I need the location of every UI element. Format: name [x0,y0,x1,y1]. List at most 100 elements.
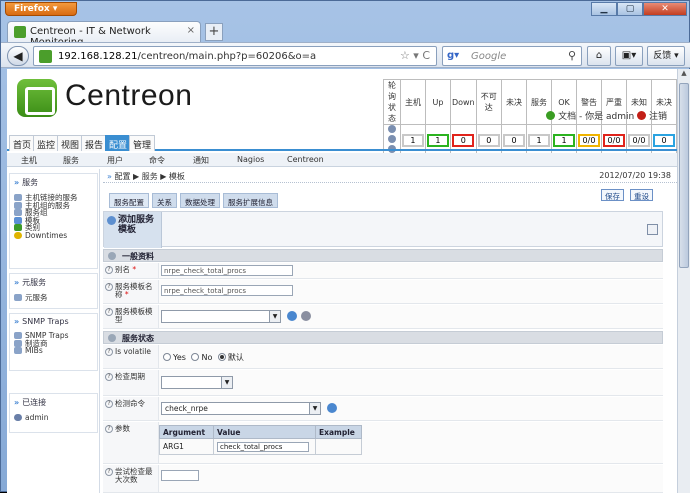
volatile-label: ? Is volatile [103,345,159,368]
action-buttons: 保存 重设 [595,189,653,201]
tab-strip: Centreon - IT & Network Monitoring × + [1,20,690,48]
template-icon [14,216,22,224]
back-arrow-icon[interactable]: ◀ [7,46,29,66]
logout-link[interactable]: 注销 [649,112,667,122]
help-icon[interactable]: ? [105,308,113,316]
max-attempts-input[interactable] [161,470,199,481]
status-label: 未决 [500,79,527,125]
chevron-down-icon: ▼ [221,377,232,388]
address-bar[interactable]: 192.168.128.21/centreon/main.php?p=60206… [33,46,437,66]
user-prefix: - 你是 [579,112,604,122]
sidebar-item-meta-services[interactable]: 元服务 [14,294,93,302]
minimize-icon[interactable]: ▁ [591,2,617,16]
status-label: 不可达 [475,79,502,125]
alias-input[interactable]: nrpe_check_total_procs [161,265,293,276]
check-period-label: ? 检查周期 [103,370,159,395]
close-tab-icon[interactable]: × [187,25,195,36]
max-attempts-label: ? 尝试检查最大次数 [103,465,159,492]
arg-value-input[interactable]: check_total_procs [217,441,309,452]
sidebar-connected-box: » 已连接 admin [9,393,98,433]
help-icon[interactable]: ? [105,373,113,381]
help-icon[interactable]: ? [105,283,113,291]
category-icon [14,224,22,231]
menu-configuration[interactable]: 配置 [105,135,132,151]
arg-value-cell: check_total_procs [213,438,316,455]
check-period-select[interactable]: ▼ [161,376,233,389]
submenu-notifications[interactable]: 通知 [193,155,209,166]
factory-icon [14,339,22,347]
help-icon[interactable]: ? [105,468,113,476]
volatile-default-radio[interactable] [217,353,226,361]
site-identity-icon [39,50,52,63]
volatile-yes-radio[interactable] [163,353,171,361]
volatile-no-radio[interactable] [191,353,200,361]
firefox-menu-button[interactable]: Firefox ▾ [5,2,77,16]
menu-views[interactable]: 视图 [57,135,84,151]
args-row: ? 参数 Argument Value Example ARG1 check_to… [103,422,663,464]
help-icon[interactable]: ? [105,266,113,274]
user-icon [14,414,22,421]
doc-link[interactable]: 文档 [558,112,576,122]
max-attempts-row: ? 尝试检查最大次数 [103,465,663,493]
submenu-commands[interactable]: 命令 [149,155,165,166]
arg-name: ARG1 [159,438,214,455]
submenu-nagios[interactable]: Nagios [237,155,264,164]
sidebar-section-meta: » 元服务 [14,278,47,287]
menu-administration[interactable]: 管理 [129,135,156,151]
search-placeholder: Google [471,51,507,62]
poller-icon[interactable] [387,125,396,133]
save-button[interactable]: 保存 [601,189,624,201]
submenu-services[interactable]: 服务 [63,155,79,166]
google-icon: g▾ [447,50,460,61]
help-icon[interactable]: ? [105,425,113,433]
collapse-icon[interactable] [647,224,658,235]
new-tab-button[interactable]: + [205,23,223,41]
feedback-button[interactable]: 反馈 ▾ [647,46,685,66]
browser-tab[interactable]: Centreon - IT & Network Monitoring × [7,21,201,48]
breadcrumb-path[interactable]: 配置 ▶ 服务 ▶ 模板 [114,172,184,181]
gear-icon[interactable] [301,311,311,321]
tab-extended-info[interactable]: 服务扩展信息 [223,193,278,208]
breadcrumb: » 配置 ▶ 服务 ▶ 模板 2012/07/20 19:38 [103,169,677,183]
check-command-select[interactable]: check_nrpe ▼ [161,402,321,415]
mib-icon [14,347,22,354]
help-icon[interactable]: ? [105,400,113,408]
help-icon[interactable]: ? [105,348,113,356]
sidebar-item-admin[interactable]: admin [14,414,93,422]
scroll-thumb[interactable] [679,83,689,268]
command-info-icon[interactable] [327,403,337,413]
template-select[interactable]: ▼ [161,310,281,323]
reset-button[interactable]: 重设 [630,189,653,201]
datetime: 2012/07/20 19:38 [599,171,671,180]
browser-window: Firefox ▾ ▁ ▢ ✕ Centreon - IT & Network … [0,0,690,493]
view-menu-icon[interactable]: ▣▾ [615,46,643,66]
sidebar-item-mibs[interactable]: MIBs [14,347,93,355]
sidebar: » 服务 主机链接的服务 主机组的服务 服务组 模板 类别 Downtimes »… [7,169,100,493]
submenu-users[interactable]: 用户 [107,155,123,166]
sidebar-item-downtimes[interactable]: Downtimes [14,231,93,240]
maximize-icon[interactable]: ▢ [617,2,643,16]
menu-monitoring[interactable]: 监控 [33,135,60,151]
search-box[interactable]: g▾ Google ⚲ [442,46,582,66]
status-label: Down [449,79,477,125]
scroll-up-icon[interactable]: ▲ [678,69,690,81]
bookmark-star-icon[interactable]: ☆ ▾ C [400,49,430,62]
breadcrumb-arrow-icon: » [107,172,112,181]
menu-home[interactable]: 首页 [9,135,36,151]
url-host: 192.168.128.21 [58,51,138,62]
template-name-input[interactable]: nrpe_check_total_procs [161,285,293,296]
tab-data-processing[interactable]: 数据处理 [180,193,220,208]
tab-service-config[interactable]: 服务配置 [109,193,149,208]
args-table: Argument Value Example ARG1 check_total_… [159,425,362,455]
close-window-icon[interactable]: ✕ [643,2,687,16]
scrollbar[interactable]: ▲ [677,69,690,493]
arg-header-argument: Argument [159,425,214,439]
tab-relations[interactable]: 关系 [152,193,177,208]
submenu-centreon[interactable]: Centreon [287,155,324,164]
view-template-icon[interactable] [287,311,297,321]
submenu-hosts[interactable]: 主机 [21,155,37,166]
menu-reports[interactable]: 报告 [81,135,108,151]
search-icon[interactable]: ⚲ [568,49,576,62]
home-icon[interactable]: ⌂ [587,46,611,66]
args-label: ? 参数 [103,422,159,463]
